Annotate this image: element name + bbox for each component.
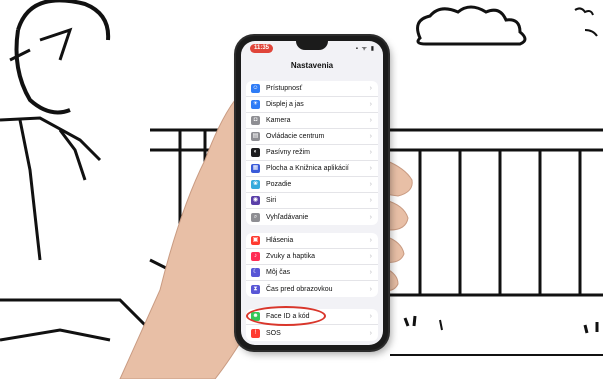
sounds-icon: ♪ — [251, 252, 260, 261]
control-center-icon: ▤ — [251, 132, 260, 141]
settings-row[interactable]: ▤ Ovládacie centrum › — [246, 129, 378, 145]
status-bar: 11:35 ▪ ᯤ ▮ — [241, 41, 383, 55]
chevron-right-icon: › — [369, 329, 372, 337]
screen-time-icon: ⧗ — [251, 284, 260, 294]
search-icon: ⌕ — [251, 212, 260, 222]
chevron-right-icon: › — [369, 149, 372, 156]
page-title: Nastavenia — [290, 61, 334, 70]
settings-row-label: Čas pred obrazovkou — [266, 285, 333, 293]
chevron-right-icon: › — [369, 269, 372, 276]
chevron-right-icon: › — [369, 313, 372, 320]
settings-row[interactable]: ! SOS › — [246, 325, 378, 341]
settings-row[interactable]: ▦ Plocha a Knižnica aplikácií › — [246, 161, 378, 177]
chevron-right-icon: › — [369, 165, 372, 172]
brightness-icon: ☀ — [251, 100, 260, 109]
chevron-right-icon: › — [369, 237, 372, 244]
smartphone: 11:35 ▪ ᯤ ▮ Nastavenia ☺ Prístupnosť › ☀ Dis… — [236, 36, 388, 350]
settings-row-label: SOS — [266, 329, 281, 337]
settings-row-label: Pasívny režim — [266, 149, 310, 156]
chevron-right-icon: › — [369, 117, 372, 124]
settings-row[interactable]: ◘ Kamera › — [246, 113, 378, 129]
settings-row[interactable]: ☾ Môj čas › — [246, 265, 378, 281]
settings-row-label: Displej a jas — [266, 101, 304, 108]
chevron-right-icon: › — [369, 253, 372, 260]
settings-row-label: Pozadie — [266, 181, 292, 188]
settings-row-label: Plocha a Knižnica aplikácií — [266, 165, 349, 172]
settings-row-label: Môj čas — [266, 269, 291, 276]
settings-row[interactable]: ☀ Displej a jas › — [246, 97, 378, 113]
chevron-right-icon: › — [369, 85, 372, 92]
chevron-right-icon: › — [369, 101, 372, 108]
standby-icon: ◐ — [251, 148, 260, 157]
chevron-right-icon: › — [369, 181, 372, 188]
settings-row[interactable]: ♪ Zvuky a haptika › — [246, 249, 378, 265]
settings-row-label: Kamera — [266, 117, 291, 124]
settings-row-label: Zvuky a haptika — [266, 253, 316, 260]
settings-group-display: ☺ Prístupnosť › ☀ Displej a jas › ◘ Kamera › ▤ Ovl… — [246, 81, 378, 225]
settings-row[interactable]: ▣ Hlásenia › — [246, 233, 378, 249]
chevron-right-icon: › — [369, 133, 372, 140]
settings-row[interactable]: ❀ Pozadie › — [246, 177, 378, 193]
settings-group-notifications: ▣ Hlásenia › ♪ Zvuky a haptika › ☾ Môj čas › ⧗ Čas… — [246, 233, 378, 297]
settings-row-label: Ovládacie centrum — [266, 133, 325, 140]
sos-icon: ! — [251, 328, 260, 338]
camera-icon: ◘ — [251, 116, 260, 125]
settings-row[interactable]: ◐ Pasívny režim › — [246, 145, 378, 161]
settings-row[interactable]: ⧗ Čas pred obrazovkou › — [246, 281, 378, 297]
accessibility-icon: ☺ — [251, 84, 260, 93]
notifications-icon: ▣ — [251, 236, 260, 245]
focus-icon: ☾ — [251, 268, 260, 277]
chevron-right-icon: › — [369, 213, 372, 221]
settings-row-label: Vyhľadávanie — [266, 213, 309, 221]
settings-row[interactable]: ⌕ Vyhľadávanie › — [246, 209, 378, 225]
settings-row-label: Siri — [266, 197, 277, 204]
status-time: 11:35 — [250, 44, 274, 53]
settings-row-label: Hlásenia — [266, 237, 294, 244]
wallpaper-icon: ❀ — [251, 180, 260, 189]
face-id-highlight-circle — [246, 306, 326, 326]
chevron-right-icon: › — [369, 285, 372, 293]
home-screen-icon: ▦ — [251, 164, 260, 173]
phone-screen: 11:35 ▪ ᯤ ▮ Nastavenia ☺ Prístupnosť › ☀ Dis… — [241, 41, 383, 345]
chevron-right-icon: › — [369, 197, 372, 204]
settings-row[interactable]: ☺ Prístupnosť › — [246, 81, 378, 97]
status-icons: ▪ ᯤ ▮ — [355, 46, 375, 52]
settings-row-label: Prístupnosť — [266, 85, 303, 92]
siri-icon: ◉ — [251, 196, 260, 205]
settings-row[interactable]: ◉ Siri › — [246, 193, 378, 209]
